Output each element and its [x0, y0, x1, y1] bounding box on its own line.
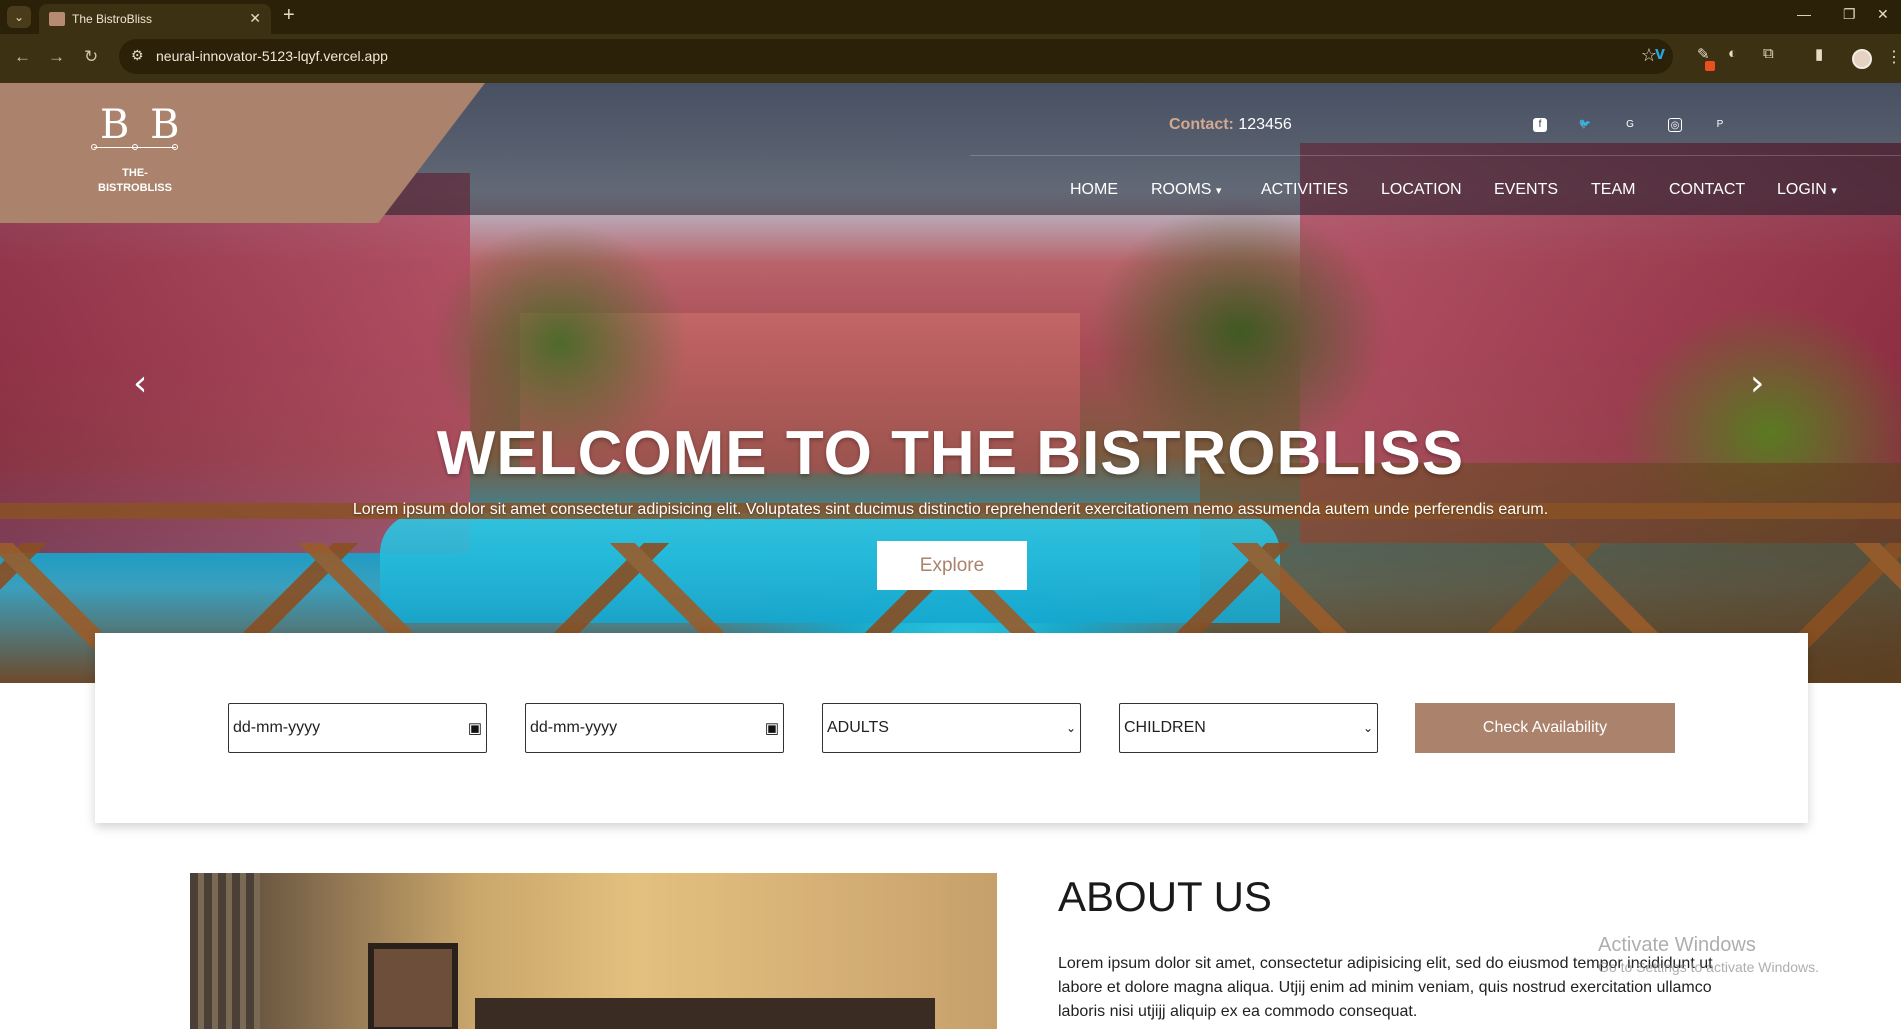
- explore-button[interactable]: Explore: [877, 541, 1027, 590]
- browser-titlebar: ⌄ The BistroBliss ✕ + — ❐ ✕: [0, 0, 1901, 34]
- checkout-date-input[interactable]: dd-mm-yyyy ▣: [525, 703, 784, 753]
- nav-rooms[interactable]: ROOMS ▾: [1151, 181, 1221, 199]
- nav-team[interactable]: TEAM: [1591, 181, 1635, 199]
- windows-activation-title: Activate Windows: [1598, 934, 1756, 956]
- caret-down-icon: ▾: [1831, 185, 1837, 197]
- checkin-placeholder: dd-mm-yyyy: [233, 719, 321, 736]
- facebook-icon[interactable]: f: [1533, 118, 1547, 132]
- carousel-prev-icon[interactable]: ‹: [133, 363, 147, 404]
- twitter-icon[interactable]: 🐦: [1578, 118, 1592, 132]
- logo-dot: [91, 144, 97, 150]
- extension-badge: [1705, 61, 1715, 71]
- new-tab-button[interactable]: +: [283, 4, 295, 27]
- calendar-icon[interactable]: ▣: [765, 719, 779, 737]
- tab-title: The BistroBliss: [72, 12, 153, 26]
- window-close-icon[interactable]: ✕: [1877, 6, 1889, 23]
- carousel-next-icon[interactable]: ›: [1750, 363, 1764, 404]
- chevron-down-icon: ⌄: [1065, 721, 1076, 735]
- about-title: ABOUT US: [1058, 873, 1272, 920]
- booking-panel: dd-mm-yyyy ▣ dd-mm-yyyy ▣ ADULTS ⌄ CHILD…: [95, 633, 1808, 823]
- hero-title: WELCOME TO THE BISTROBLISS: [436, 419, 1465, 488]
- google-plus-icon[interactable]: G: [1623, 118, 1637, 132]
- children-select[interactable]: CHILDREN ⌄: [1119, 703, 1378, 753]
- nav-login[interactable]: LOGIN ▾: [1777, 181, 1837, 199]
- nav-activities[interactable]: ACTIVITIES: [1261, 181, 1348, 199]
- adults-selected: ADULTS: [827, 719, 889, 736]
- reload-icon[interactable]: ↻: [84, 47, 98, 67]
- browser-tab[interactable]: The BistroBliss ✕: [39, 4, 271, 34]
- header-divider: [970, 155, 1901, 156]
- extension-circle-icon[interactable]: ◐: [1728, 45, 1737, 62]
- profile-avatar[interactable]: [1852, 49, 1872, 69]
- tab-search-button[interactable]: ⌄: [7, 6, 31, 28]
- adults-select[interactable]: ADULTS ⌄: [822, 703, 1081, 753]
- restore-icon[interactable]: ❐: [1843, 6, 1856, 23]
- room-curtain: [190, 873, 260, 1029]
- logo-dot: [172, 144, 178, 150]
- pinterest-icon[interactable]: P: [1713, 118, 1727, 132]
- about-room-image: [190, 873, 997, 1029]
- url-text[interactable]: neural-innovator-5123-lqyf.vercel.app: [156, 48, 388, 64]
- minimize-icon[interactable]: —: [1797, 6, 1811, 22]
- nav-rooms-label: ROOMS: [1151, 181, 1212, 198]
- favicon-icon: [49, 12, 65, 26]
- room-picture-frame: [368, 943, 458, 1029]
- children-selected: CHILDREN: [1124, 719, 1206, 736]
- tab-close-icon[interactable]: ✕: [249, 10, 261, 27]
- site-info-icon[interactable]: ⚙: [131, 47, 144, 64]
- checkin-date-input[interactable]: dd-mm-yyyy ▣: [228, 703, 487, 753]
- nav-location[interactable]: LOCATION: [1381, 181, 1462, 199]
- logo-dot: [132, 144, 138, 150]
- hero-image-building-left: [0, 173, 470, 553]
- browser-menu-icon[interactable]: ⋮: [1886, 47, 1901, 67]
- browser-toolbar: ← → ↻ ⚙ neural-innovator-5123-lqyf.verce…: [0, 34, 1901, 83]
- contact-info: Contact: 123456: [1169, 116, 1292, 134]
- hero-subtitle: Lorem ipsum dolor sit amet consectetur a…: [352, 501, 1549, 518]
- nav-contact[interactable]: CONTACT: [1669, 181, 1745, 199]
- calendar-icon[interactable]: ▣: [468, 719, 482, 737]
- vimeo-extension-icon[interactable]: v: [1655, 43, 1665, 64]
- chevron-down-icon: ⌄: [1362, 721, 1373, 735]
- contact-phone: 123456: [1238, 116, 1292, 133]
- logo-monogram: B B: [100, 102, 184, 148]
- nav-home[interactable]: HOME: [1070, 181, 1118, 199]
- nav-events[interactable]: EVENTS: [1494, 181, 1558, 199]
- forward-icon[interactable]: →: [48, 47, 65, 67]
- extensions-puzzle-icon[interactable]: ⧉: [1763, 45, 1774, 62]
- caret-down-icon: ▾: [1215, 185, 1222, 197]
- back-icon[interactable]: ←: [14, 47, 31, 67]
- nav-login-label: LOGIN: [1777, 181, 1827, 198]
- side-panel-icon[interactable]: ▮: [1815, 45, 1823, 63]
- logo-text-line2: BISTROBLISS: [98, 182, 172, 194]
- contact-label: Contact:: [1169, 116, 1234, 133]
- logo-text: THE- BISTROBLISS: [94, 166, 176, 196]
- windows-activation-text: Go to Settings to activate Windows.: [1598, 959, 1819, 975]
- check-availability-button[interactable]: Check Availability: [1415, 703, 1675, 753]
- logo-text-line1: THE-: [122, 167, 148, 179]
- instagram-icon[interactable]: ◎: [1668, 118, 1682, 132]
- checkout-placeholder: dd-mm-yyyy: [530, 719, 618, 736]
- room-headboard: [475, 998, 935, 1029]
- address-bar[interactable]: ⚙ neural-innovator-5123-lqyf.vercel.app …: [119, 39, 1673, 74]
